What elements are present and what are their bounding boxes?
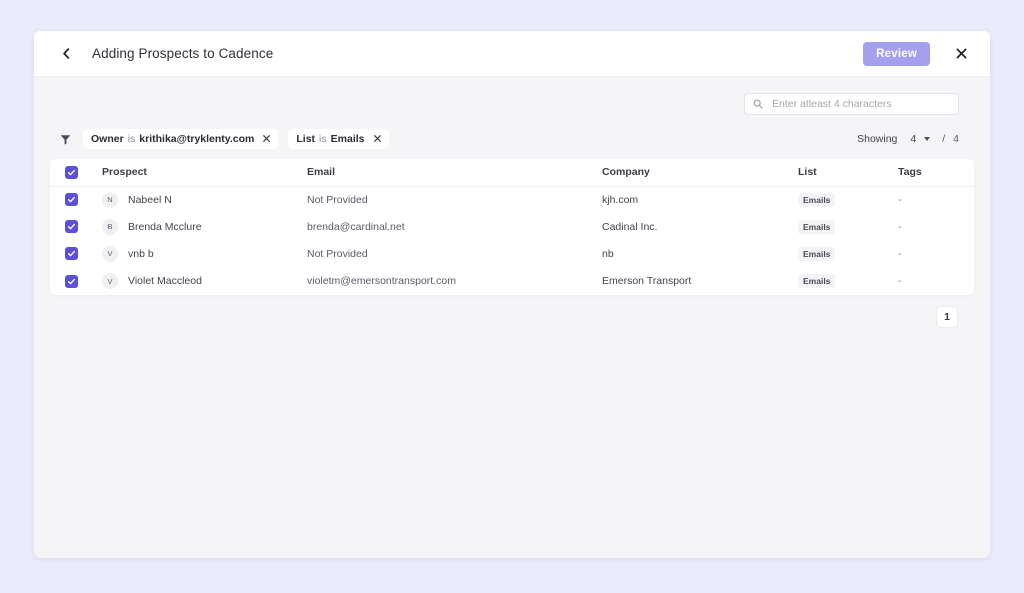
adding-prospects-modal: Adding Prospects to Cadence Review Enter…: [34, 31, 990, 558]
tags-cell: -: [898, 275, 902, 288]
column-header-email[interactable]: Email: [307, 159, 602, 187]
chip-remove-icon[interactable]: [263, 134, 271, 145]
prospect-cell: V Violet Maccleod: [102, 268, 307, 295]
column-header-prospect[interactable]: Prospect: [102, 159, 307, 187]
row-select-cell: [50, 186, 102, 213]
chip-field: Owner: [91, 133, 124, 145]
prospect-name[interactable]: Brenda Mcclure: [128, 221, 202, 233]
pagination: 1: [50, 305, 974, 328]
table-row[interactable]: N Nabeel N Not Provided kjh.com Emails -: [50, 186, 974, 213]
showing-control: Showing 4 / 4: [857, 131, 959, 147]
row-select-cell: [50, 213, 102, 240]
prospect-name[interactable]: Nabeel N: [128, 194, 172, 206]
filter-row: Owner is krithika@tryklenty.com List is …: [50, 129, 974, 149]
row-checkbox[interactable]: [65, 193, 78, 207]
list-cell: Emails: [798, 240, 898, 267]
list-cell: Emails: [798, 186, 898, 213]
chip-operator: is: [127, 133, 136, 145]
row-select-cell: [50, 240, 102, 267]
search-icon: [753, 99, 763, 109]
showing-total: 4: [953, 133, 959, 145]
page-title: Adding Prospects to Cadence: [92, 46, 274, 61]
showing-count-value: 4: [910, 133, 917, 145]
select-all-header: [50, 159, 102, 187]
avatar: B: [102, 218, 118, 235]
chip-value: krithika@tryklenty.com: [139, 133, 255, 145]
row-checkbox[interactable]: [65, 247, 78, 261]
showing-separator: /: [942, 133, 946, 145]
review-button[interactable]: Review: [863, 41, 930, 66]
company-cell: Cadinal Inc.: [602, 220, 658, 233]
table-header-row: Prospect Email Company List Tags: [50, 159, 974, 187]
email-cell: Not Provided: [307, 193, 368, 206]
showing-count-select[interactable]: 4: [903, 131, 934, 147]
row-checkbox[interactable]: [65, 274, 78, 288]
company-cell: kjh.com: [602, 193, 639, 206]
filter-chip-list[interactable]: List is Emails: [288, 129, 389, 149]
select-all-checkbox[interactable]: [65, 165, 78, 179]
column-header-tags[interactable]: Tags: [898, 159, 974, 187]
prospect-cell: V vnb b: [102, 240, 307, 267]
company-cell: Emerson Transport: [602, 275, 692, 288]
prospect-name[interactable]: Violet Maccleod: [128, 275, 202, 287]
avatar: N: [102, 191, 118, 208]
modal-header: Adding Prospects to Cadence Review: [34, 31, 990, 77]
column-header-company[interactable]: Company: [602, 159, 798, 187]
tags-cell: -: [898, 193, 902, 206]
list-badge[interactable]: Emails: [798, 274, 836, 289]
row-checkbox[interactable]: [65, 220, 78, 234]
filter-chips: Owner is krithika@tryklenty.com List is …: [83, 129, 389, 149]
table-row[interactable]: V vnb b Not Provided nb Emails -: [50, 240, 974, 267]
row-select-cell: [50, 268, 102, 295]
prospect-cell: N Nabeel N: [102, 186, 307, 213]
pagination-page-1[interactable]: 1: [936, 305, 958, 328]
chip-operator: is: [319, 133, 327, 145]
list-cell: Emails: [798, 213, 898, 240]
back-button[interactable]: [56, 44, 76, 64]
search-input[interactable]: [770, 97, 950, 111]
table-body: N Nabeel N Not Provided kjh.com Emails -: [50, 186, 974, 295]
search-row: [50, 77, 974, 115]
email-cell: violetm@emersontransport.com: [307, 275, 456, 288]
list-badge[interactable]: Emails: [798, 246, 836, 261]
chevron-down-icon: [924, 137, 931, 141]
avatar: V: [102, 245, 118, 262]
chip-remove-icon[interactable]: [373, 134, 381, 145]
tags-cell: -: [898, 220, 902, 233]
showing-label: Showing: [857, 133, 898, 145]
table-row[interactable]: B Brenda Mcclure brenda@cardinal.net Cad…: [50, 213, 974, 240]
column-header-list[interactable]: List: [798, 159, 898, 187]
close-button[interactable]: [952, 45, 970, 63]
tags-cell: -: [898, 247, 902, 260]
filter-icon[interactable]: [57, 131, 73, 147]
chip-value: Emails: [330, 133, 365, 145]
prospect-name[interactable]: vnb b: [128, 248, 154, 260]
filter-chip-owner[interactable]: Owner is krithika@tryklenty.com: [83, 129, 279, 149]
table-row[interactable]: V Violet Maccleod violetm@emersontranspo…: [50, 268, 974, 295]
list-cell: Emails: [798, 268, 898, 295]
chip-field: List: [296, 133, 316, 145]
prospects-table: Prospect Email Company List Tags N Nabee…: [50, 159, 974, 295]
avatar: V: [102, 273, 118, 290]
email-cell: brenda@cardinal.net: [307, 220, 405, 233]
table-head: Prospect Email Company List Tags: [50, 159, 974, 187]
email-cell: Not Provided: [307, 247, 368, 260]
list-badge[interactable]: Emails: [798, 192, 836, 207]
prospect-cell: B Brenda Mcclure: [102, 213, 307, 240]
list-badge[interactable]: Emails: [798, 219, 836, 234]
prospects-table-card: Prospect Email Company List Tags N Nabee…: [50, 159, 974, 295]
modal-body: Owner is krithika@tryklenty.com List is …: [34, 77, 990, 558]
company-cell: nb: [602, 247, 614, 260]
search-box[interactable]: [744, 93, 959, 115]
